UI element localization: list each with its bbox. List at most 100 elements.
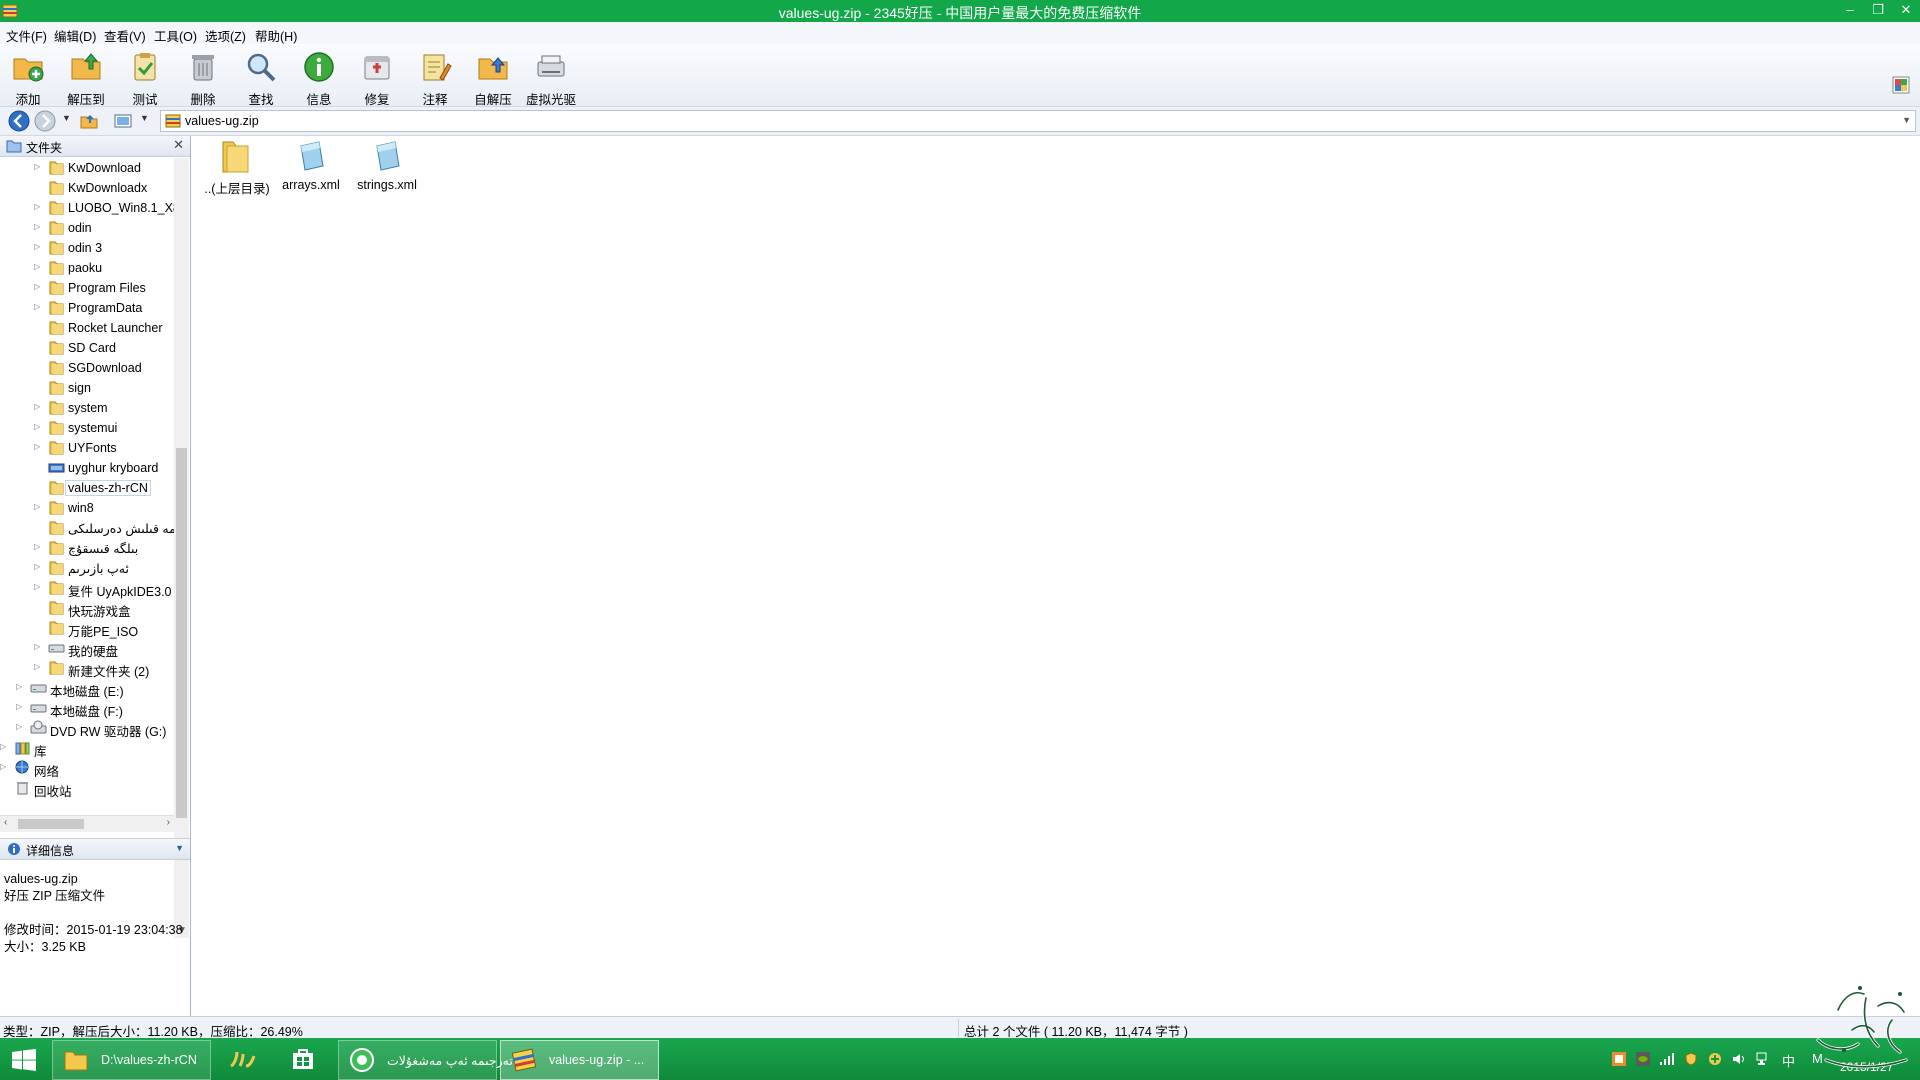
- maximize-button[interactable]: ❐: [1864, 0, 1892, 22]
- expand-icon[interactable]: ▷: [34, 282, 42, 291]
- virtual-drive-button[interactable]: 虚拟光驱: [526, 50, 576, 108]
- tree-item[interactable]: 快玩游戏盒: [0, 598, 174, 619]
- find-button[interactable]: 查找: [236, 50, 286, 108]
- tree-item[interactable]: ▷ LUOBO_Win8.1_X8: [0, 198, 174, 218]
- expand-icon[interactable]: ▷: [34, 302, 42, 311]
- taskbar-browser[interactable]: تەرجىمە ئەپ مەشغۇلات...: [338, 1040, 523, 1080]
- back-icon[interactable]: [8, 110, 30, 132]
- menu-edit[interactable]: 编辑(D): [54, 26, 96, 45]
- details-header[interactable]: 详细信息 ▼: [0, 838, 190, 860]
- tray-shield-icon[interactable]: [1684, 1052, 1698, 1066]
- scroll-thumb[interactable]: [176, 448, 187, 818]
- taskbar-haozip[interactable]: values-ug.zip - ...: [500, 1040, 659, 1080]
- expand-icon[interactable]: ▷: [0, 762, 8, 771]
- expand-icon[interactable]: ▷: [34, 262, 42, 271]
- tree-item[interactable]: ▷ KwDownload: [0, 158, 174, 178]
- tree-item[interactable]: values-zh-rCN: [0, 478, 174, 498]
- skin-icon[interactable]: [1892, 76, 1910, 94]
- windows-start-icon[interactable]: [12, 1049, 36, 1071]
- expand-icon[interactable]: ▷: [34, 402, 42, 411]
- tray-security-icon[interactable]: [1708, 1052, 1722, 1066]
- expand-icon[interactable]: ▷: [34, 442, 42, 451]
- tree-item[interactable]: ▷ 网络: [0, 758, 174, 779]
- ime-indicator[interactable]: 中: [1782, 1051, 1795, 1070]
- scroll-right-icon[interactable]: ›: [167, 817, 170, 828]
- expand-icon[interactable]: ▷: [34, 422, 42, 431]
- tree-item[interactable]: ▷ 库: [0, 738, 174, 759]
- tree-item[interactable]: ▷ DVD RW 驱动器 (G:): [0, 718, 174, 739]
- info-button[interactable]: 信息: [294, 50, 344, 108]
- delete-button[interactable]: 删除: [178, 50, 228, 108]
- expand-icon[interactable]: ▷: [0, 742, 8, 751]
- close-button[interactable]: ✕: [1892, 0, 1920, 22]
- expand-icon[interactable]: ▷: [34, 162, 42, 171]
- tree-item[interactable]: SD Card: [0, 338, 174, 358]
- expand-icon[interactable]: ▷: [34, 582, 42, 591]
- tree-item[interactable]: ▷ systemui: [0, 418, 174, 438]
- file-item-strings[interactable]: strings.xml: [352, 136, 422, 192]
- file-item-arrays[interactable]: arrays.xml: [276, 136, 346, 192]
- tree-item[interactable]: ▷ 本地磁盘 (E:): [0, 678, 174, 699]
- tree-item[interactable]: ▷ win8: [0, 498, 174, 518]
- sfx-button[interactable]: 自解压: [468, 50, 518, 108]
- tree-item[interactable]: ▷ 本地磁盘 (F:): [0, 698, 174, 719]
- comment-button[interactable]: 注释: [410, 50, 460, 108]
- expand-icon[interactable]: ▷: [34, 202, 42, 211]
- tree-item[interactable]: ▷ ProgramData: [0, 298, 174, 318]
- tray-nvidia-icon[interactable]: [1636, 1052, 1650, 1066]
- tree-item[interactable]: 万能PE_ISO: [0, 618, 174, 639]
- tree-item[interactable]: ▷ 复件 UyApkIDE3.0: [0, 578, 174, 599]
- address-field[interactable]: values-ug.zip ▼: [160, 110, 1916, 132]
- tree-item[interactable]: ▷ Program Files: [0, 278, 174, 298]
- view-mode-icon[interactable]: [114, 112, 132, 130]
- network-icon[interactable]: [1756, 1052, 1770, 1066]
- tree-item[interactable]: 回收站: [0, 778, 174, 799]
- expand-icon[interactable]: ▷: [34, 222, 42, 231]
- expand-icon[interactable]: ▷: [34, 562, 42, 571]
- tree-item[interactable]: ▷ system: [0, 398, 174, 418]
- extract-button[interactable]: 解压到: [61, 50, 111, 108]
- menu-file[interactable]: 文件(F): [6, 26, 47, 45]
- menu-options[interactable]: 选项(Z): [205, 26, 246, 45]
- tree-vertical-scrollbar[interactable]: ▼: [174, 158, 189, 938]
- expand-icon[interactable]: ▷: [16, 722, 24, 731]
- menu-tools[interactable]: 工具(O): [154, 26, 197, 45]
- history-dropdown-icon[interactable]: ▼: [62, 113, 71, 123]
- tree-item[interactable]: ▷ odin: [0, 218, 174, 238]
- expand-icon[interactable]: ▷: [34, 642, 42, 651]
- up-folder-icon[interactable]: [80, 112, 98, 130]
- minimize-button[interactable]: –: [1836, 0, 1864, 22]
- volume-icon[interactable]: [1732, 1052, 1746, 1066]
- test-button[interactable]: 测试: [120, 50, 170, 108]
- taskbar-explorer[interactable]: D:\values-zh-rCN: [52, 1040, 211, 1080]
- add-button[interactable]: 添加: [3, 50, 53, 108]
- address-dropdown-icon[interactable]: ▼: [1902, 115, 1911, 125]
- expand-icon[interactable]: ▷: [34, 542, 42, 551]
- expand-icon[interactable]: ▷: [34, 242, 42, 251]
- tree-item[interactable]: ▷ paoku: [0, 258, 174, 278]
- view-dropdown-icon[interactable]: ▼: [140, 113, 149, 123]
- forward-icon[interactable]: [34, 110, 56, 132]
- scroll-left-icon[interactable]: ‹: [4, 817, 7, 828]
- details-collapse-icon[interactable]: ▼: [175, 843, 184, 853]
- tree-item[interactable]: ▷ ئەپ بازىرىم: [0, 558, 174, 578]
- close-panel-icon[interactable]: ✕: [173, 137, 184, 153]
- tree-item[interactable]: SGDownload: [0, 358, 174, 378]
- tray-app-icon[interactable]: [1612, 1052, 1626, 1066]
- tree-item[interactable]: Rocket Launcher: [0, 318, 174, 338]
- tree-item[interactable]: تەرجىمە قىلىش دەرسلىكى: [0, 518, 174, 538]
- tree-item[interactable]: uyghur kryboard: [0, 458, 174, 478]
- expand-icon[interactable]: ▷: [34, 662, 42, 671]
- tree-item[interactable]: KwDownloadx: [0, 178, 174, 198]
- taskbar-app[interactable]: [218, 1040, 268, 1078]
- tree-item[interactable]: ▷ 我的硬盘: [0, 638, 174, 659]
- expand-icon[interactable]: ▷: [16, 702, 24, 711]
- expand-icon[interactable]: ▷: [34, 502, 42, 511]
- tree-item[interactable]: ▷ 新建文件夹 (2): [0, 658, 174, 679]
- tray-signal-icon[interactable]: [1660, 1052, 1674, 1066]
- tree-item[interactable]: ▷ UYFonts: [0, 438, 174, 458]
- repair-button[interactable]: 修复: [352, 50, 402, 108]
- expand-icon[interactable]: ▷: [16, 682, 24, 691]
- tree-item[interactable]: ▷ بىلگە قىسقۇچ: [0, 538, 174, 558]
- taskbar-store[interactable]: [278, 1040, 328, 1078]
